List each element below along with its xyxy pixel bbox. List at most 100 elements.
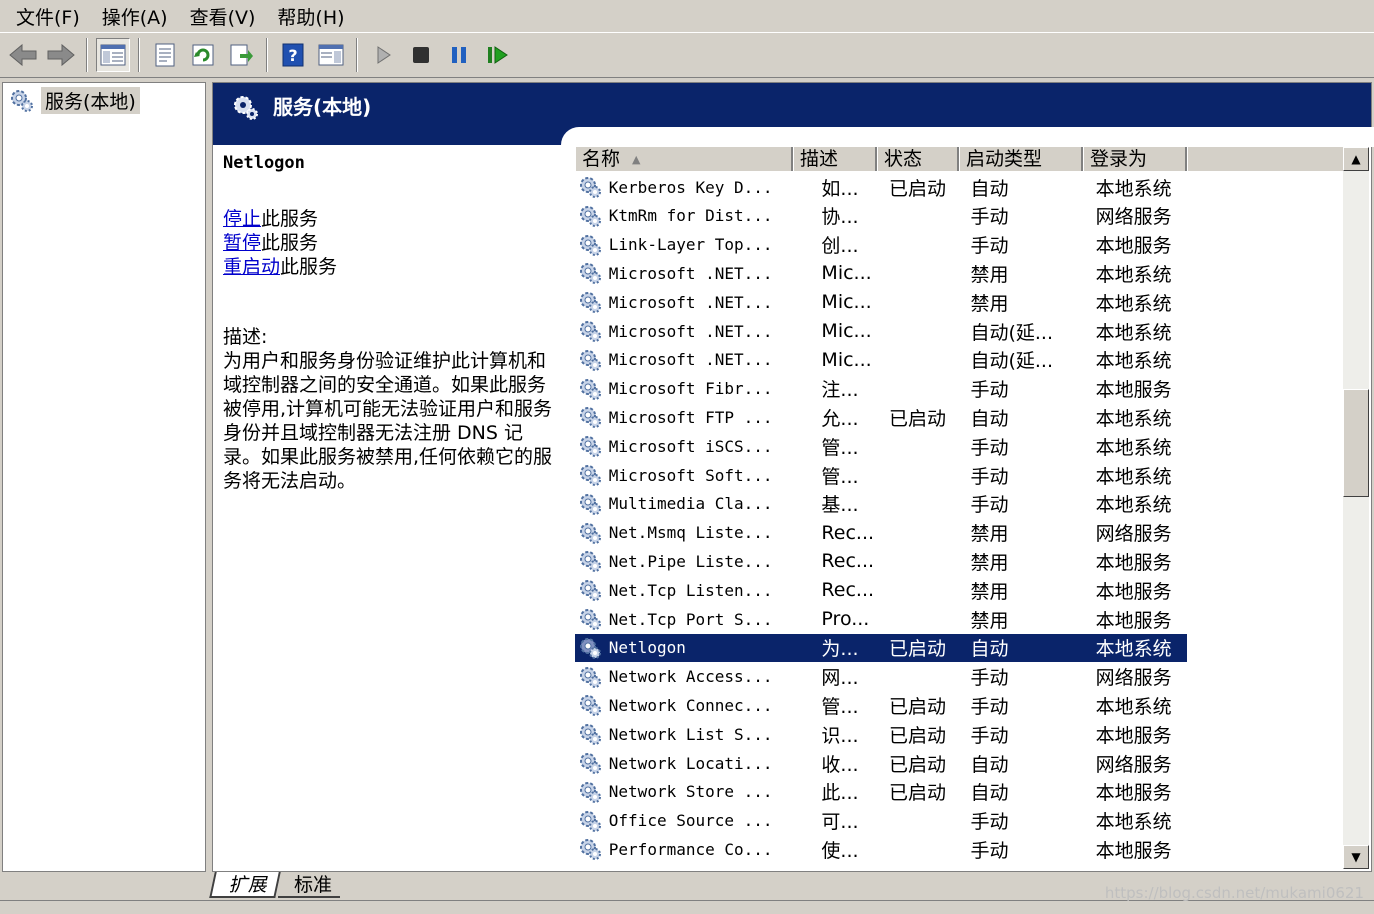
service-icon — [575, 780, 605, 804]
service-starttype-cell: 禁用 — [970, 580, 1009, 603]
scroll-up-button[interactable]: ▲ — [1343, 147, 1369, 171]
help-button[interactable]: ? — [276, 38, 310, 72]
service-desc-cell: 允... — [821, 407, 859, 430]
service-gear-icon — [579, 493, 601, 515]
stop-service-link[interactable]: 停止 — [223, 208, 261, 230]
service-starttype-cell: 禁用 — [970, 263, 1009, 286]
pane-title: 服务(本地) — [273, 95, 372, 119]
restart-service-link[interactable]: 重启动 — [223, 256, 280, 278]
service-desc-cell: 收... — [821, 753, 859, 776]
service-row[interactable]: Office Source ... 可... 手动 本地系统 — [575, 807, 1187, 835]
tab-standard[interactable]: 标准 — [278, 872, 341, 898]
service-name-cell: Microsoft .NET... — [608, 350, 773, 370]
column-header-name[interactable]: 名称 ▲ — [575, 147, 793, 171]
pause-service-link[interactable]: 暂停 — [223, 232, 261, 254]
menu-file[interactable]: 文件(F) — [8, 3, 94, 30]
service-icon — [575, 261, 605, 285]
column-starttype-label: 启动类型 — [966, 148, 1043, 170]
service-gear-icon — [579, 205, 601, 227]
menu-view[interactable]: 查看(V) — [182, 3, 270, 30]
toolbar: ? — [0, 32, 1374, 78]
column-header-startup-type[interactable]: 启动类型 — [959, 147, 1083, 171]
column-header-status[interactable]: 状态 — [877, 147, 959, 171]
service-row[interactable]: Network List S... 识... 已启动 手动 本地服务 — [575, 720, 1187, 748]
properties-button[interactable] — [148, 38, 182, 72]
svg-text:?: ? — [288, 46, 297, 65]
service-name-cell: Network Access... — [608, 667, 773, 687]
back-button[interactable] — [6, 38, 40, 72]
show-hide-tree-icon — [100, 44, 126, 66]
service-row[interactable]: Microsoft .NET... Mic... 自动(延... 本地系统 — [575, 317, 1187, 345]
toolbar-separator — [356, 38, 358, 72]
service-row[interactable]: Performance Co... 使... 手动 本地服务 — [575, 835, 1187, 863]
service-name-cell: Microsoft iSCS... — [608, 436, 773, 456]
service-status-cell: 已启动 — [889, 407, 947, 430]
vertical-scrollbar[interactable]: ▲ ▼ — [1343, 147, 1369, 869]
service-row[interactable]: Microsoft .NET... Mic... 禁用 本地系统 — [575, 288, 1187, 316]
service-status-cell: 已启动 — [889, 782, 947, 805]
service-row[interactable]: Netlogon 为... 已启动 自动 本地系统 — [574, 632, 1188, 663]
start-service-button[interactable] — [366, 38, 400, 72]
show-hide-action-pane-button[interactable] — [314, 38, 348, 72]
service-starttype-cell: 手动 — [970, 379, 1009, 402]
service-row[interactable]: Net.Tcp Port S... Pro... 禁用 本地服务 — [575, 605, 1187, 633]
service-row[interactable]: Microsoft Fibr... 注... 手动 本地服务 — [575, 375, 1187, 403]
show-hide-tree-button[interactable] — [96, 38, 130, 72]
column-header-logon-as[interactable]: 登录为 — [1083, 147, 1187, 171]
service-row[interactable]: Microsoft FTP ... 允... 已启动 自动 本地系统 — [575, 403, 1187, 431]
service-row[interactable]: Microsoft .NET... Mic... 自动(延... 本地系统 — [575, 346, 1187, 374]
service-icon — [575, 722, 605, 746]
service-name-cell: Performance Co... — [608, 839, 773, 859]
column-headers: 名称 ▲ 描述 状态 启动类型 登录为 — [575, 147, 1349, 171]
service-logon-cell: 网络服务 — [1095, 523, 1172, 546]
service-row[interactable]: Net.Msmq Liste... Rec... 禁用 网络服务 — [575, 519, 1187, 547]
export-list-button[interactable] — [224, 38, 258, 72]
menu-help[interactable]: 帮助(H) — [269, 3, 358, 30]
service-desc-cell: 使... — [821, 839, 859, 862]
scroll-down-button[interactable]: ▼ — [1343, 845, 1369, 869]
menu-action[interactable]: 操作(A) — [94, 3, 182, 30]
service-row[interactable]: Link-Layer Top... 创... 手动 本地服务 — [575, 231, 1187, 259]
service-row[interactable]: Network Connec... 管... 已启动 手动 本地系统 — [575, 691, 1187, 719]
toolbar-separator — [86, 38, 88, 72]
service-row[interactable]: Net.Tcp Listen... Rec... 禁用 本地服务 — [575, 576, 1187, 604]
service-row[interactable]: Network Locati... 收... 已启动 自动 网络服务 — [575, 749, 1187, 777]
services-list[interactable]: 名称 ▲ 描述 状态 启动类型 登录为 Kerberos Key D... 如...… — [574, 147, 1369, 869]
service-row[interactable]: KtmRm for Dist... 协... 手动 网络服务 — [575, 202, 1187, 230]
refresh-button[interactable] — [186, 38, 220, 72]
service-gear-icon — [579, 378, 601, 400]
service-row[interactable]: Network Store ... 此... 已启动 自动 本地服务 — [575, 778, 1187, 806]
service-row[interactable]: Microsoft iSCS... 管... 手动 本地系统 — [575, 432, 1187, 460]
services-pane: 服务(本地) Netlogon 停止此服务 暂停此服务 重启动此服务 描述: 为… — [212, 82, 1374, 872]
description-text: 为用户和服务身份验证维护此计算机和域控制器之间的安全通道。如果此服务被停用,计算… — [223, 350, 553, 492]
tree-node-services-local[interactable]: 服务(本地) — [9, 87, 140, 114]
service-name-cell: Microsoft .NET... — [608, 263, 773, 283]
service-name-cell: Netlogon — [608, 638, 686, 658]
service-row[interactable]: Microsoft .NET... Mic... 禁用 本地系统 — [575, 259, 1187, 287]
column-desc-label: 描述 — [800, 148, 839, 170]
pause-service-button[interactable] — [442, 38, 476, 72]
service-row[interactable]: Microsoft Soft... 管... 手动 本地系统 — [575, 461, 1187, 489]
services-gear-icon — [231, 93, 261, 128]
service-row[interactable]: Network Access... 网... 手动 网络服务 — [575, 663, 1187, 691]
resume-service-button[interactable] — [480, 38, 514, 72]
service-row[interactable]: Kerberos Key D... 如... 已启动 自动 本地系统 — [575, 173, 1187, 201]
service-logon-cell: 本地服务 — [1095, 839, 1172, 862]
service-desc-cell: Mic... — [821, 291, 872, 314]
service-logon-cell: 本地系统 — [1095, 811, 1172, 834]
service-gear-icon — [579, 810, 601, 832]
service-row[interactable]: Multimedia Cla... 基... 手动 本地系统 — [575, 490, 1187, 518]
service-icon — [575, 751, 605, 775]
tab-extended[interactable]: 扩展 — [209, 872, 281, 898]
scroll-thumb[interactable] — [1343, 389, 1369, 497]
service-name-cell: Net.Pipe Liste... — [608, 551, 773, 571]
selected-service-name: Netlogon — [223, 153, 305, 173]
service-desc-cell: 为... — [821, 638, 859, 661]
service-row[interactable]: Net.Pipe Liste... Rec... 禁用 本地服务 — [575, 547, 1187, 575]
service-starttype-cell: 自动 — [970, 407, 1009, 430]
forward-button[interactable] — [44, 38, 78, 72]
service-name-cell: Network Locati... — [608, 753, 773, 773]
service-logon-cell: 本地系统 — [1095, 177, 1172, 200]
stop-service-button[interactable] — [404, 38, 438, 72]
column-header-description[interactable]: 描述 — [793, 147, 877, 171]
